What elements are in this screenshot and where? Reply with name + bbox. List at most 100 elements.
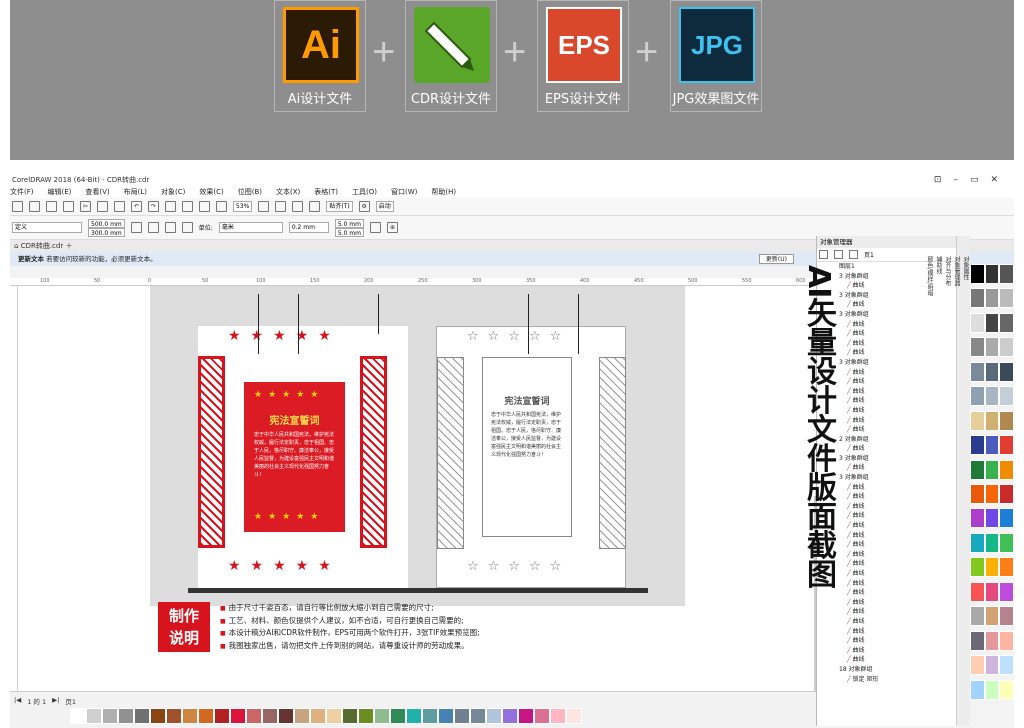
duplicate-y-field[interactable]: 5.0 mm (334, 227, 364, 237)
print-icon[interactable] (63, 201, 74, 212)
color-swatch[interactable] (390, 708, 406, 724)
color-swatch[interactable] (970, 410, 985, 431)
color-swatch[interactable] (198, 708, 214, 724)
color-swatch[interactable] (970, 386, 985, 407)
color-swatch[interactable] (374, 708, 390, 724)
page-node[interactable]: 页1 (864, 250, 874, 259)
color-swatch[interactable] (262, 708, 278, 724)
color-swatch[interactable] (999, 532, 1014, 553)
color-swatch[interactable] (984, 410, 1000, 431)
color-swatch[interactable] (970, 312, 985, 333)
launch-dropdown[interactable]: 启动 (375, 201, 394, 212)
show-properties-icon[interactable] (849, 250, 858, 259)
menu-edit[interactable]: 编辑(E) (48, 186, 72, 198)
all-pages-icon[interactable] (164, 222, 176, 233)
color-swatch[interactable] (984, 459, 1000, 480)
color-swatch[interactable] (214, 708, 230, 724)
rulers-icon[interactable] (275, 201, 287, 212)
docker-tab[interactable]: 对象管理器 (952, 256, 961, 700)
color-swatch[interactable] (984, 532, 1000, 553)
menu-table[interactable]: 表格(T) (314, 186, 338, 198)
color-swatch[interactable] (278, 708, 294, 724)
color-swatch[interactable] (999, 264, 1014, 284)
color-swatch[interactable] (999, 606, 1014, 627)
color-swatch[interactable] (438, 708, 454, 724)
publish-pdf-icon[interactable] (216, 201, 227, 212)
color-swatch[interactable] (984, 288, 1000, 309)
color-swatch[interactable] (486, 708, 502, 724)
color-swatch[interactable] (999, 508, 1014, 529)
color-swatch[interactable] (984, 508, 1000, 529)
color-swatch[interactable] (182, 708, 198, 724)
color-swatch[interactable] (970, 606, 985, 627)
search-content-icon[interactable] (165, 201, 176, 212)
new-tab-icon[interactable]: ＋ (65, 242, 72, 250)
home-icon[interactable]: ⌂ (14, 242, 18, 250)
docker-tab[interactable]: 辅助线 (934, 256, 943, 700)
color-swatch[interactable] (326, 708, 342, 724)
color-swatch[interactable] (970, 483, 985, 504)
color-swatch[interactable] (984, 630, 1000, 651)
color-swatch[interactable] (970, 361, 985, 382)
color-swatch[interactable] (999, 630, 1014, 651)
color-swatch[interactable] (970, 435, 985, 456)
tab-document[interactable]: CDR转曲.cdr (21, 242, 64, 250)
menu-layout[interactable]: 布局(L) (124, 186, 147, 198)
color-swatch[interactable] (970, 508, 985, 529)
color-swatch[interactable] (86, 708, 102, 724)
new-layer-icon[interactable] (834, 250, 843, 259)
portrait-icon[interactable] (130, 222, 142, 233)
undo-icon[interactable]: ↶ (131, 201, 142, 212)
color-swatch[interactable] (970, 264, 985, 284)
color-swatch[interactable] (294, 708, 310, 724)
color-design-panel[interactable]: ★★★★★ ★★★★★ 宪法宣誓词 忠于中华人民共和国宪法，维护宪法权威，履行法… (198, 326, 408, 588)
menu-window[interactable]: 窗口(W) (391, 186, 417, 198)
color-swatch[interactable] (999, 288, 1014, 309)
color-swatch[interactable] (999, 386, 1014, 407)
color-swatch[interactable] (984, 606, 1000, 627)
color-swatch[interactable] (984, 264, 1000, 284)
menu-view[interactable]: 查看(V) (85, 186, 109, 198)
color-swatch[interactable] (422, 708, 438, 724)
color-swatch[interactable] (118, 708, 134, 724)
layer-options-icon[interactable] (819, 250, 828, 259)
color-swatch[interactable] (984, 361, 1000, 382)
paste-icon[interactable] (114, 201, 125, 212)
color-swatch[interactable] (999, 361, 1014, 382)
vertical-ruler[interactable] (10, 286, 18, 691)
add-icon[interactable]: ⊕ (386, 222, 398, 233)
color-swatch[interactable] (984, 312, 1000, 333)
color-swatch[interactable] (999, 337, 1014, 358)
guidelines-icon[interactable] (309, 201, 321, 212)
menu-object[interactable]: 对象(C) (161, 186, 185, 198)
full-screen-icon[interactable] (258, 201, 270, 212)
color-swatch[interactable] (999, 410, 1014, 431)
menu-bitmaps[interactable]: 位图(B) (238, 186, 262, 198)
export-icon[interactable] (199, 201, 210, 212)
menu-file[interactable]: 文件(F) (10, 186, 34, 198)
cut-icon[interactable]: ✂ (80, 201, 91, 212)
color-swatch[interactable] (970, 337, 985, 358)
color-swatch[interactable] (518, 708, 534, 724)
new-icon[interactable] (12, 201, 23, 212)
color-swatch[interactable] (970, 532, 985, 553)
color-swatch[interactable] (999, 483, 1014, 504)
color-swatch[interactable] (984, 337, 1000, 358)
color-swatch[interactable] (534, 708, 550, 724)
page-tab[interactable]: 页1 (65, 696, 76, 706)
color-swatch[interactable] (999, 557, 1014, 578)
color-swatch[interactable] (984, 435, 1000, 456)
nudge-distance-field[interactable]: 0.2 mm (288, 222, 329, 233)
color-swatch[interactable] (150, 708, 166, 724)
copy-icon[interactable] (97, 201, 108, 212)
color-swatch[interactable] (999, 459, 1014, 480)
color-swatch[interactable] (342, 708, 358, 724)
color-swatch[interactable] (999, 435, 1014, 456)
color-swatch[interactable] (550, 708, 566, 724)
treat-as-filled-icon[interactable] (369, 222, 381, 233)
color-swatch[interactable] (566, 708, 582, 724)
color-swatch[interactable] (102, 708, 118, 724)
color-swatch[interactable] (406, 708, 422, 724)
current-page-icon[interactable] (181, 222, 193, 233)
color-swatch[interactable] (502, 708, 518, 724)
